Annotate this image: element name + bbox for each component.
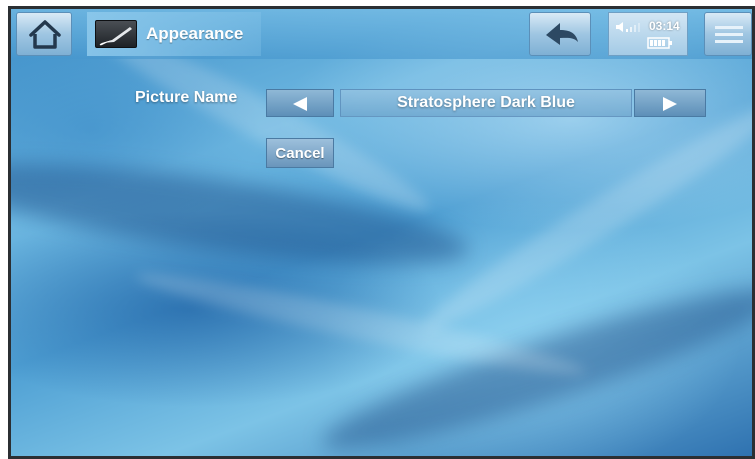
previous-option-button[interactable] <box>266 89 334 117</box>
triangle-right-icon <box>663 97 677 111</box>
battery-icon <box>647 37 672 49</box>
back-arrow-icon <box>546 23 578 45</box>
background-shadow <box>11 143 474 285</box>
menu-icon <box>715 26 743 43</box>
clock-time: 03:14 <box>649 19 680 33</box>
page-title: Appearance <box>146 24 244 43</box>
status-indicator: 03:14 <box>608 12 688 56</box>
volume-icon <box>616 22 640 32</box>
picture-name-value: Stratosphere Dark Blue <box>340 89 632 117</box>
triangle-left-icon <box>293 97 307 111</box>
device-frame: Appearance 03:14 Picture Name Stratosphe… <box>8 6 755 459</box>
next-option-button[interactable] <box>634 89 706 117</box>
cancel-button[interactable]: Cancel <box>266 138 334 168</box>
top-bar: Appearance 03:14 <box>11 9 752 59</box>
screen: Appearance 03:14 Picture Name Stratosphe… <box>11 9 752 456</box>
home-button[interactable] <box>16 12 72 56</box>
back-button[interactable] <box>529 12 591 56</box>
paintbrush-icon <box>95 20 137 48</box>
home-icon <box>29 20 61 49</box>
setting-label: Picture Name <box>135 89 238 106</box>
menu-button[interactable] <box>704 12 752 56</box>
title-area: Appearance <box>87 12 261 56</box>
